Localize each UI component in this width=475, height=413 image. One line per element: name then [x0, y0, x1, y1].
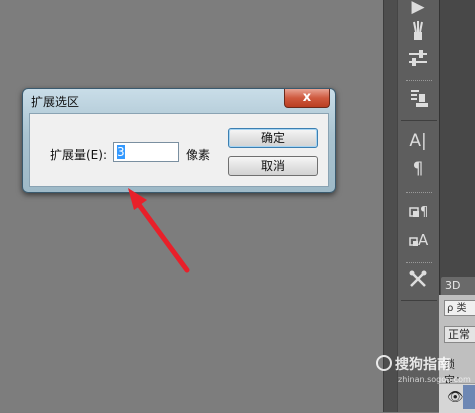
- annotation-arrow: [128, 188, 190, 273]
